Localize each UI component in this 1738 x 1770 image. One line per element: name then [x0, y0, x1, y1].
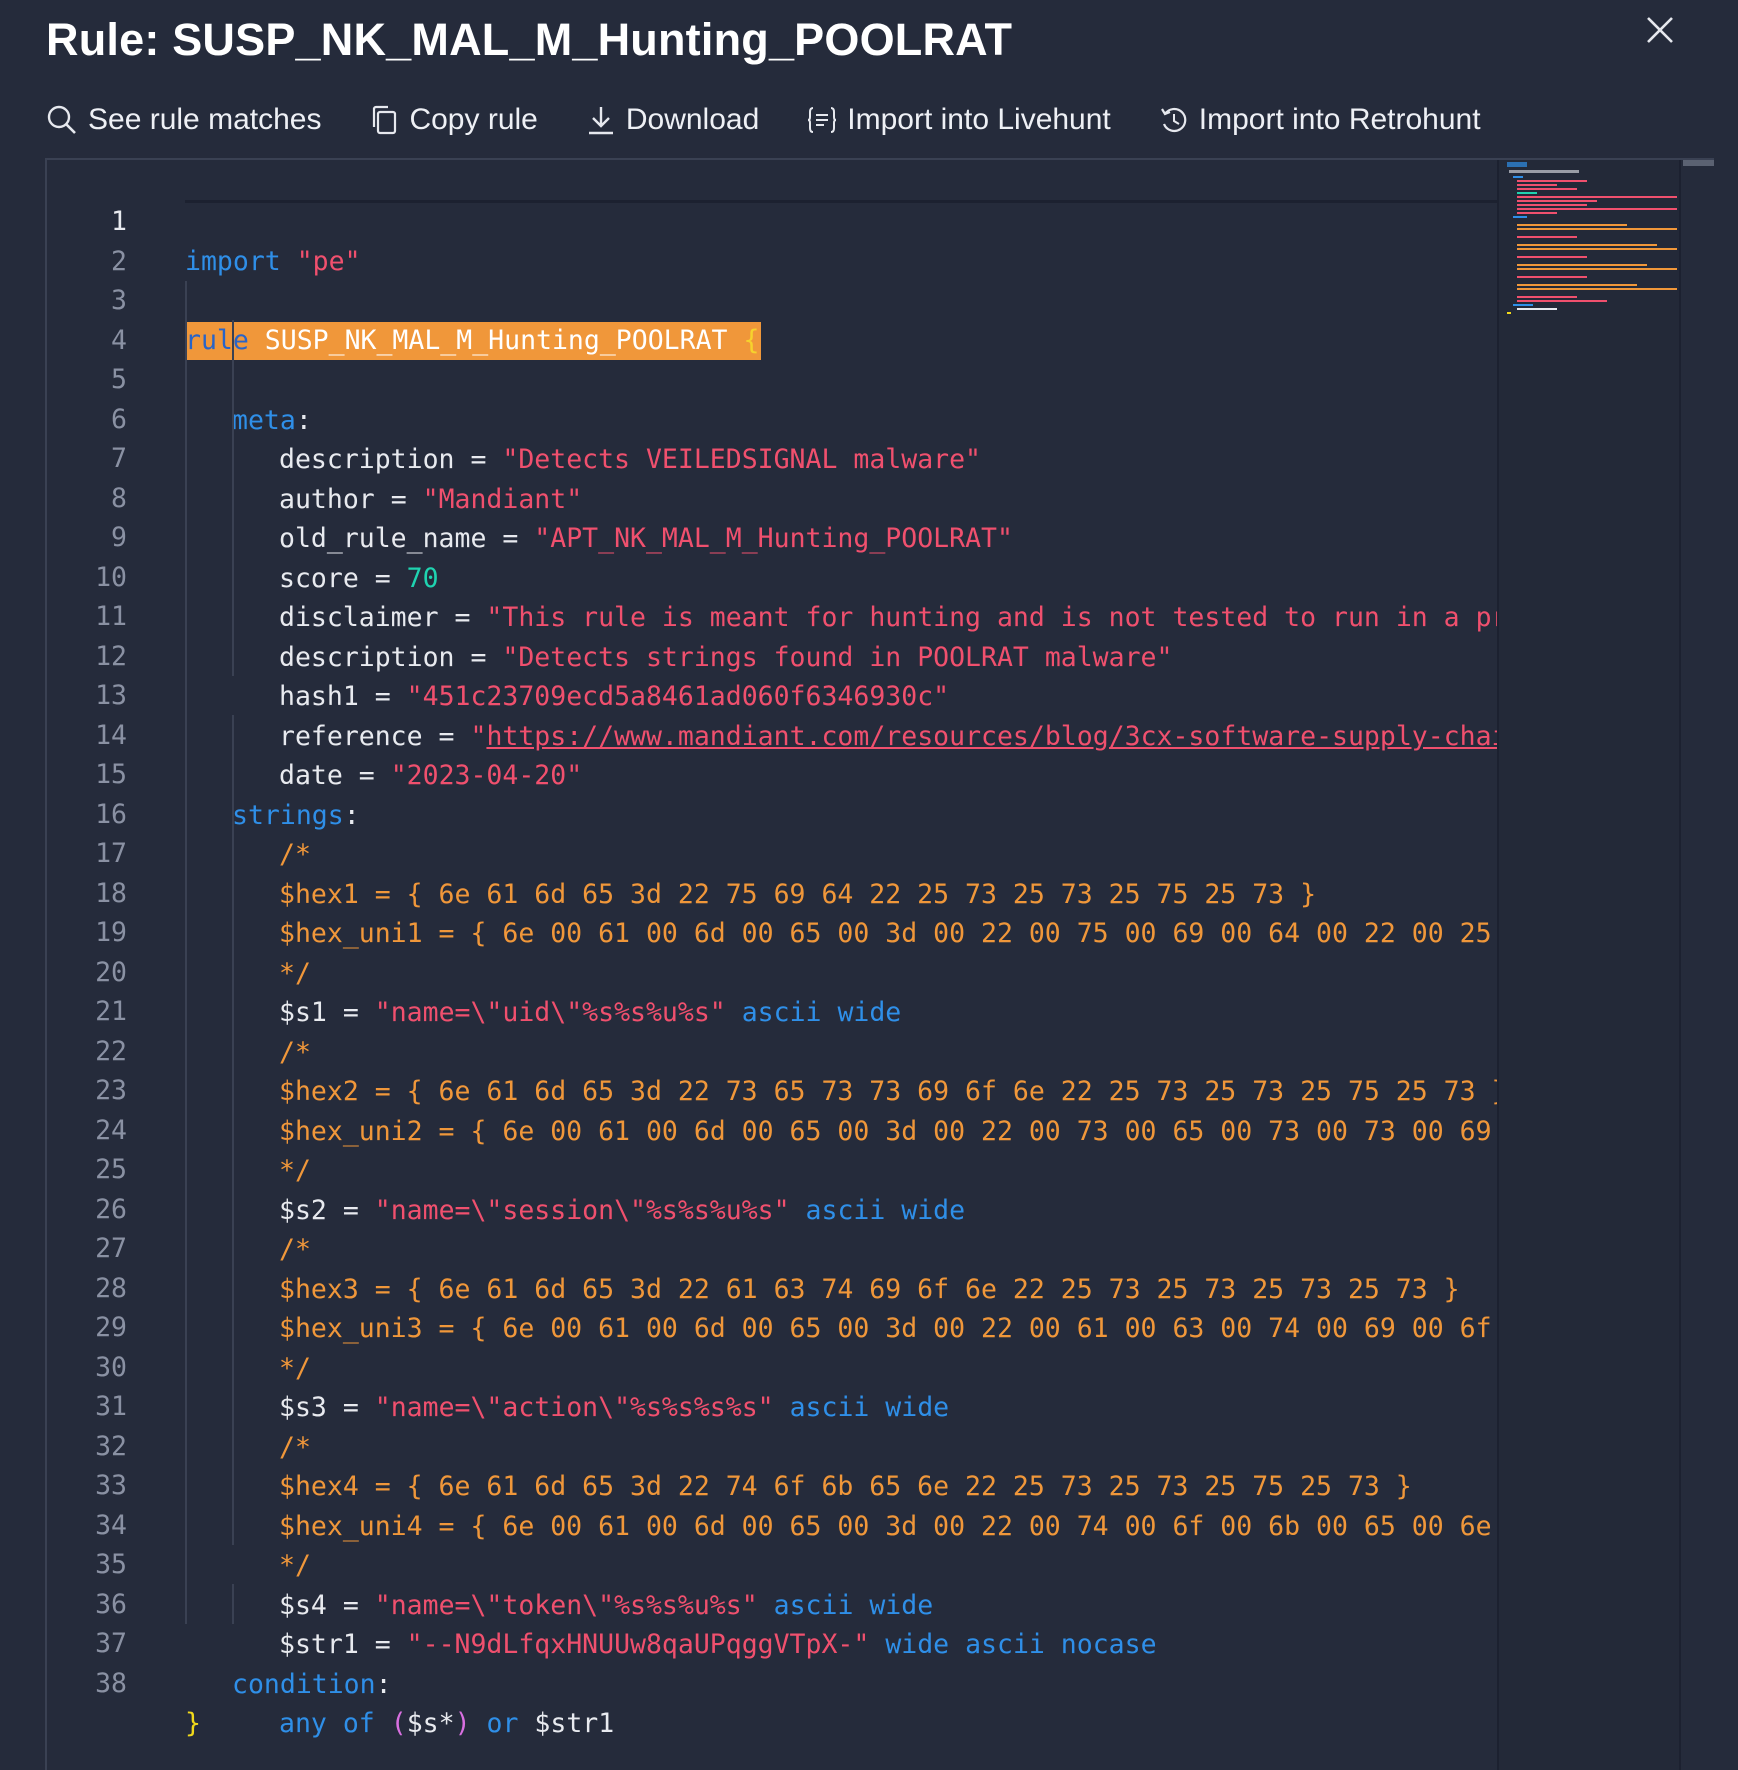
- download-icon: [588, 107, 613, 135]
- code-line: 37 any of ($s*) or $str1: [47, 1584, 1497, 1739]
- code-line: 18 */: [47, 833, 1497, 989]
- search-icon: [47, 105, 76, 134]
- copy-icon: [373, 105, 397, 135]
- code-line: 31 $hex4 = { 6e 61 6d 65 3d 22 74 6f 6b …: [47, 1347, 1497, 1502]
- code-line: 20 /*: [47, 912, 1497, 1068]
- close-button[interactable]: [1640, 10, 1680, 50]
- code-line: 9 disclaimer = "This rule is meant for h…: [47, 478, 1508, 633]
- code-line: 3 rule SUSP_NK_MAL_M_Hunting_POOLRAT {: [47, 241, 1497, 360]
- vertical-scrollbar[interactable]: [1679, 160, 1714, 1770]
- code-line: 23 */: [47, 1031, 1497, 1186]
- download-button[interactable]: Download: [586, 103, 759, 137]
- line-number: 38: [95, 1667, 127, 1699]
- download-label: Download: [625, 103, 760, 136]
- minimap[interactable]: [1497, 160, 1681, 1770]
- code-line: 14 strings:: [47, 675, 1497, 831]
- code-line: 17 $hex_uni1 = { 6e 00 61 00 6d 00 65 00…: [47, 794, 1497, 949]
- code-line: 10 description = "Detects strings found …: [47, 517, 1497, 673]
- code-line: 8 score = 70: [47, 438, 1497, 594]
- code-line: 38 }: [47, 1624, 1497, 1739]
- copy-rule-label: Copy rule: [409, 103, 538, 136]
- code-line: 24 $s2 = "name=\"session\"%s%s%u%s" asci…: [47, 1070, 1497, 1226]
- code-line: 11 hash1 = "451c23709ecd5a8461ad060f6346…: [47, 557, 1497, 712]
- code-line: 1 import "pe": [47, 162, 1497, 277]
- import-livehunt-label: Import into Livehunt: [847, 103, 1111, 136]
- code-line: 33 */: [47, 1426, 1497, 1581]
- import-retrohunt-button[interactable]: Import into Retrohunt: [1159, 103, 1481, 137]
- see-rule-matches-label: See rule matches: [88, 103, 322, 136]
- code-line: 29 $s3 = "name=\"action\"%s%s%s%s" ascii…: [47, 1268, 1497, 1423]
- code-line: 2: [47, 202, 1497, 277]
- dialog-title: Rule: SUSP_NK_MAL_M_Hunting_POOLRAT: [46, 14, 1013, 65]
- code-line: 16 $hex1 = { 6e 61 6d 65 3d 22 75 69 64 …: [47, 754, 1497, 910]
- code-line: 19 $s1 = "name=\"uid\"%s%s%u%s" ascii wi…: [47, 873, 1497, 1028]
- close-icon: [1647, 17, 1673, 43]
- code-line: 4 meta:: [47, 280, 1497, 436]
- toolbar: See rule matches Copy rule Download Impo…: [46, 100, 1481, 140]
- code-line: 30 /*: [47, 1307, 1497, 1463]
- close-brace: }: [185, 1707, 201, 1739]
- retrohunt-icon: [1160, 107, 1187, 133]
- code-line: 25 /*: [47, 1110, 1497, 1265]
- code-line: 15 /*: [47, 715, 1497, 870]
- code-editor[interactable]: 1 import "pe" 2 3 rule SUSP_NK_MAL_M_Hun…: [45, 158, 1714, 1770]
- code-line: 6 author = "Mandiant": [47, 359, 1497, 515]
- see-rule-matches-button[interactable]: See rule matches: [46, 103, 321, 137]
- code-area[interactable]: 1 import "pe" 2 3 rule SUSP_NK_MAL_M_Hun…: [47, 160, 1508, 1770]
- section-condition: condition: [232, 1668, 376, 1700]
- scrollbar-thumb[interactable]: [1683, 160, 1714, 166]
- livehunt-icon: [808, 107, 837, 133]
- import-retrohunt-label: Import into Retrohunt: [1198, 103, 1481, 136]
- code-line: 5 description = "Detects VEILEDSIGNAL ma…: [47, 320, 1497, 475]
- code-line: 22 $hex_uni2 = { 6e 00 61 00 6d 00 65 00…: [47, 991, 1497, 1147]
- code-line: 26 $hex3 = { 6e 61 6d 65 3d 22 61 63 74 …: [47, 1149, 1497, 1305]
- import-livehunt-button[interactable]: Import into Livehunt: [807, 103, 1111, 137]
- code-line: 7 old_rule_name = "APT_NK_MAL_M_Hunting_…: [47, 399, 1497, 554]
- code-line: 28 */: [47, 1228, 1497, 1384]
- indent-guide: [185, 280, 187, 321]
- code-line: 12 reference = "https://www.mandiant.com…: [47, 596, 1508, 752]
- code-line: 27 $hex_uni3 = { 6e 00 61 00 6d 00 65 00…: [47, 1189, 1497, 1344]
- code-line: 36 condition:: [47, 1544, 1497, 1700]
- condition-expression: any of ($s*) or $str1: [279, 1708, 615, 1739]
- code-line: 35 $str1 = "--N9dLfqxHNUUw8qaUPqggVTpX-"…: [47, 1505, 1497, 1660]
- code-line: 32 $hex_uni4 = { 6e 00 61 00 6d 00 65 00…: [47, 1386, 1497, 1542]
- code-line: 21 $hex2 = { 6e 61 6d 65 3d 22 73 65 73 …: [47, 952, 1508, 1107]
- copy-rule-button[interactable]: Copy rule: [369, 103, 538, 137]
- code-line: 34 $s4 = "name=\"token\"%s%s%u%s" ascii …: [47, 1465, 1497, 1621]
- code-line: 13 date = "2023-04-20": [47, 636, 1497, 791]
